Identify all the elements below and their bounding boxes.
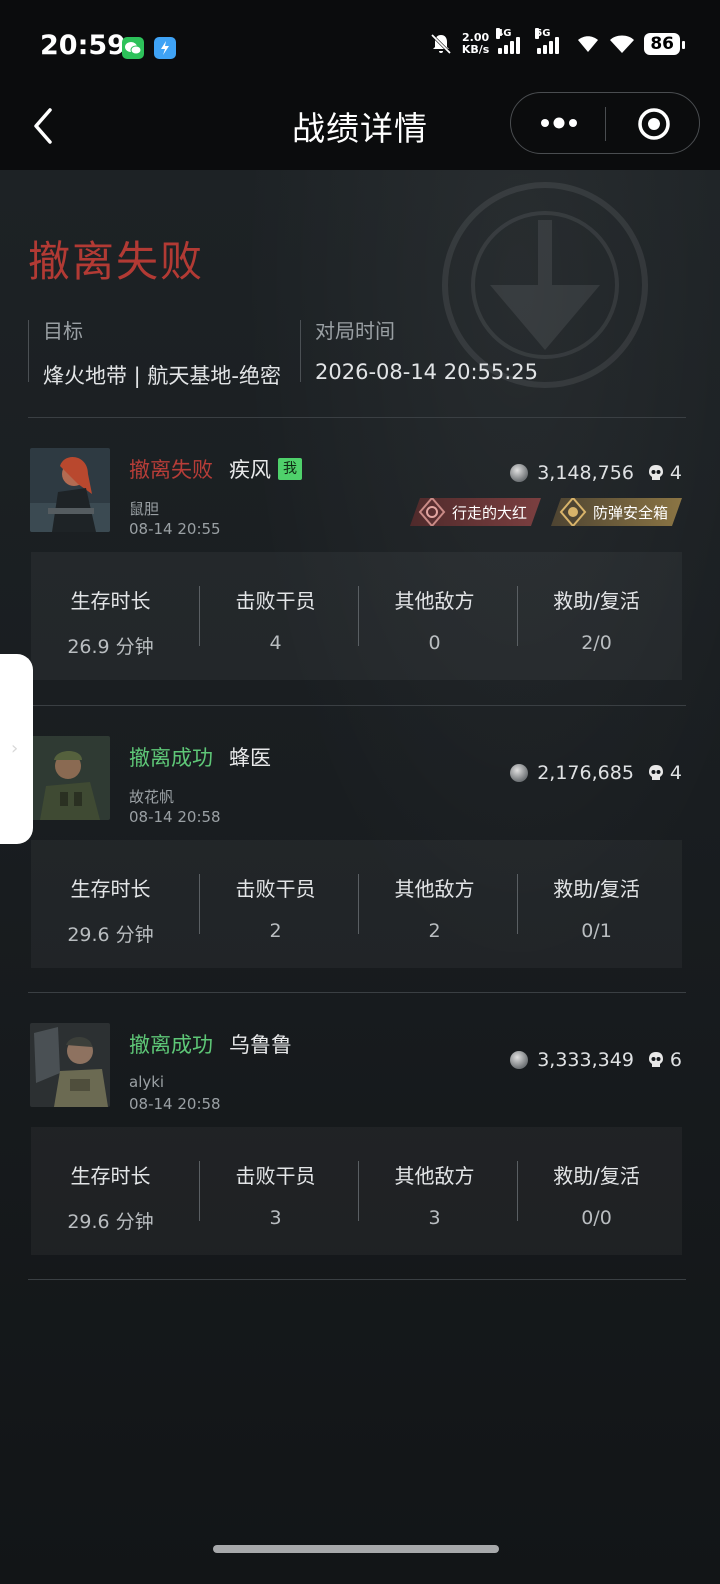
capsule-divider	[605, 107, 606, 141]
close-target-icon[interactable]	[637, 107, 671, 141]
stat-kills: 击败干员 4	[235, 589, 316, 654]
stat-kills: 击败干员 2	[235, 877, 316, 942]
stat-other-enemies: 其他敌方 3	[394, 1164, 475, 1229]
player-status: 撤离成功	[129, 1033, 213, 1057]
battery-icon: 86	[644, 33, 685, 55]
player-kills: 6	[669, 1049, 682, 1071]
stat-other-enemies: 其他敌方 0	[394, 589, 475, 654]
player-value: 2,176,685	[537, 762, 634, 784]
player-card[interactable]: 撤离成功 蜂医 故花帆 08-14 20:58 2,176,685 4 生存时长…	[0, 706, 720, 996]
achievement-badge[interactable]: 防弹安全箱	[551, 498, 682, 526]
player-tag: 故花帆	[129, 788, 175, 806]
red-item-icon	[418, 496, 446, 528]
wechat-icon	[122, 37, 144, 59]
player-stats: 生存时长 29.6 分钟 击败干员 3 其他敌方 3 救助/复活 0/0	[31, 1127, 682, 1255]
coin-icon	[510, 764, 529, 782]
player-value-row: 2,176,685 4	[510, 762, 682, 784]
player-value: 3,148,756	[537, 462, 634, 484]
player-avatar	[30, 736, 110, 820]
wifi-small-icon	[578, 36, 599, 52]
stat-survival: 生存时长 26.9 分钟	[67, 589, 154, 658]
player-card[interactable]: 撤离成功 乌鲁鲁 alyki 08-14 20:58 3,333,349 6 生…	[0, 993, 720, 1283]
signal-4g-icon: 4G	[496, 28, 528, 54]
player-stats: 生存时长 29.6 分钟 击败干员 2 其他敌方 2 救助/复活 0/1	[31, 840, 682, 968]
match-detail-content: 撤离失败 目标 烽火地带 | 航天基地-绝密 对局时间 2026-08-14 2…	[0, 170, 720, 1584]
player-value: 3,333,349	[537, 1049, 634, 1071]
status-time: 20:59	[40, 30, 126, 61]
player-tag: alyki	[129, 1073, 165, 1091]
match-result-title: 撤离失败	[28, 237, 205, 286]
target-label: 目标	[43, 319, 83, 343]
safe-box-icon	[559, 496, 587, 528]
target-value: 烽火地带 | 航天基地-绝密	[43, 364, 282, 388]
match-time: 对局时间 2026-08-14 20:55:25	[300, 319, 539, 384]
match-target: 目标 烽火地带 | 航天基地-绝密	[28, 319, 281, 388]
player-kills: 4	[669, 462, 682, 484]
coin-icon	[510, 1051, 529, 1069]
me-badge: 我	[278, 458, 302, 480]
side-drawer-tab[interactable]: ›	[0, 654, 33, 844]
nav-bar: 战绩详情	[0, 92, 720, 170]
skull-icon	[648, 765, 663, 780]
player-time: 08-14 20:55	[129, 520, 221, 538]
player-stats: 生存时长 26.9 分钟 击败干员 4 其他敌方 0 救助/复活 2/0	[31, 552, 682, 680]
more-dots-icon[interactable]	[539, 112, 579, 134]
net-speed: 2.00 KB/s	[461, 31, 490, 56]
player-avatar	[30, 448, 110, 532]
player-name: 乌鲁鲁	[229, 1033, 292, 1057]
signal-5g-icon: 5G	[535, 28, 567, 54]
home-indicator[interactable]	[213, 1545, 499, 1553]
divider	[28, 1279, 686, 1280]
player-tag: 鼠胆	[129, 500, 160, 518]
time-label: 对局时间	[315, 319, 395, 343]
player-name: 蜂医	[229, 746, 271, 770]
wifi-icon	[610, 35, 635, 53]
coin-icon	[510, 464, 529, 482]
stat-kills: 击败干员 3	[235, 1164, 316, 1229]
stat-survival: 生存时长 29.6 分钟	[67, 1164, 154, 1233]
player-value-row: 3,148,756 4	[510, 462, 682, 484]
player-status: 撤离失败	[129, 458, 213, 482]
chevron-right-icon: ›	[11, 738, 19, 759]
stat-other-enemies: 其他敌方 2	[394, 877, 475, 942]
mute-icon	[430, 33, 451, 55]
achievement-badge[interactable]: 行走的大红	[410, 498, 541, 526]
player-value-row: 3,333,349 6	[510, 1049, 682, 1071]
player-time: 08-14 20:58	[129, 808, 221, 826]
app-icon	[154, 37, 176, 59]
stat-rescue-revive: 救助/复活 0/0	[553, 1164, 640, 1229]
time-value: 2026-08-14 20:55:25	[315, 360, 539, 384]
player-avatar	[30, 1023, 110, 1107]
player-name: 疾风	[229, 458, 271, 482]
player-kills: 4	[669, 762, 682, 784]
player-card[interactable]: 撤离失败 疾风 我 鼠胆 08-14 20:55 3,148,756 4 行走的…	[0, 418, 720, 708]
skull-icon	[648, 465, 663, 480]
achievement-badges: 行走的大红 防弹安全箱	[410, 498, 682, 526]
stat-survival: 生存时长 29.6 分钟	[67, 877, 154, 946]
player-status: 撤离成功	[129, 746, 213, 770]
mini-program-capsule	[510, 92, 700, 154]
status-bar: 20:59 2.00 KB/s 4G 5G 86	[0, 0, 720, 92]
stat-rescue-revive: 救助/复活 2/0	[553, 589, 640, 654]
skull-icon	[648, 1052, 663, 1067]
stat-rescue-revive: 救助/复活 0/1	[553, 877, 640, 942]
player-time: 08-14 20:58	[129, 1095, 221, 1113]
